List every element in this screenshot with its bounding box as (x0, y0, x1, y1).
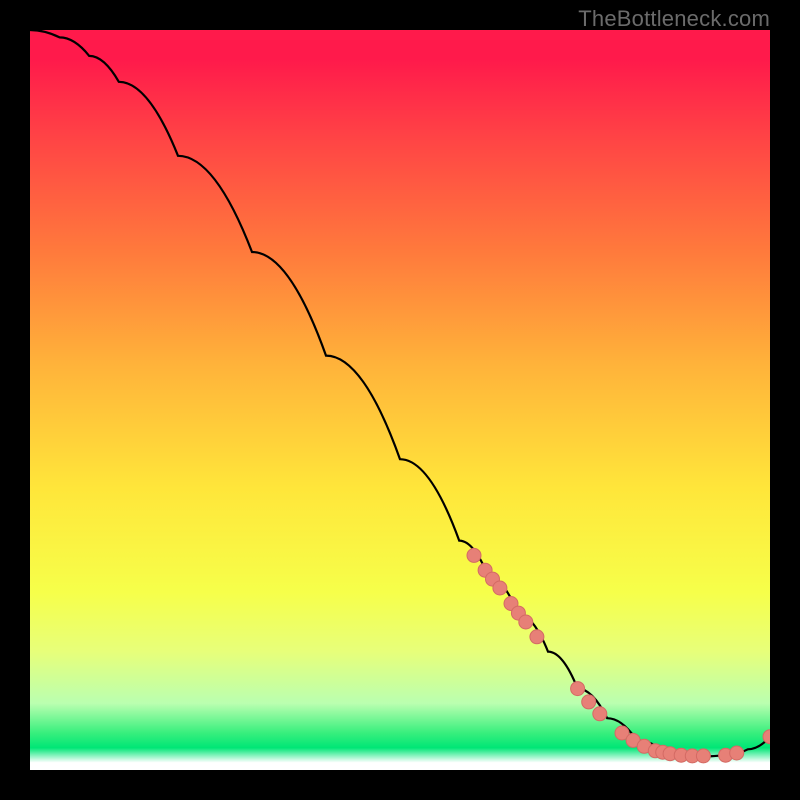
data-point (626, 733, 640, 747)
data-point (637, 739, 651, 753)
data-point (493, 581, 507, 595)
data-point (593, 707, 607, 721)
data-point (763, 730, 770, 744)
data-point (663, 747, 677, 761)
data-point (571, 682, 585, 696)
data-point (467, 548, 481, 562)
data-point (530, 630, 544, 644)
data-point (519, 615, 533, 629)
chart-container: TheBottleneck.com (0, 0, 800, 800)
data-point (582, 695, 596, 709)
data-markers (467, 548, 770, 763)
attribution-label: TheBottleneck.com (578, 6, 770, 32)
plot-area (30, 30, 770, 770)
data-point (696, 749, 710, 763)
data-point (730, 746, 744, 760)
data-point (719, 748, 733, 762)
data-point (504, 597, 518, 611)
curve-layer (30, 30, 770, 770)
bottleneck-curve (30, 30, 770, 757)
data-point (648, 744, 662, 758)
data-point (685, 749, 699, 763)
data-point (615, 726, 629, 740)
data-point (674, 748, 688, 762)
data-point (478, 563, 492, 577)
data-point (656, 745, 670, 759)
data-point (486, 572, 500, 586)
data-point (511, 606, 525, 620)
